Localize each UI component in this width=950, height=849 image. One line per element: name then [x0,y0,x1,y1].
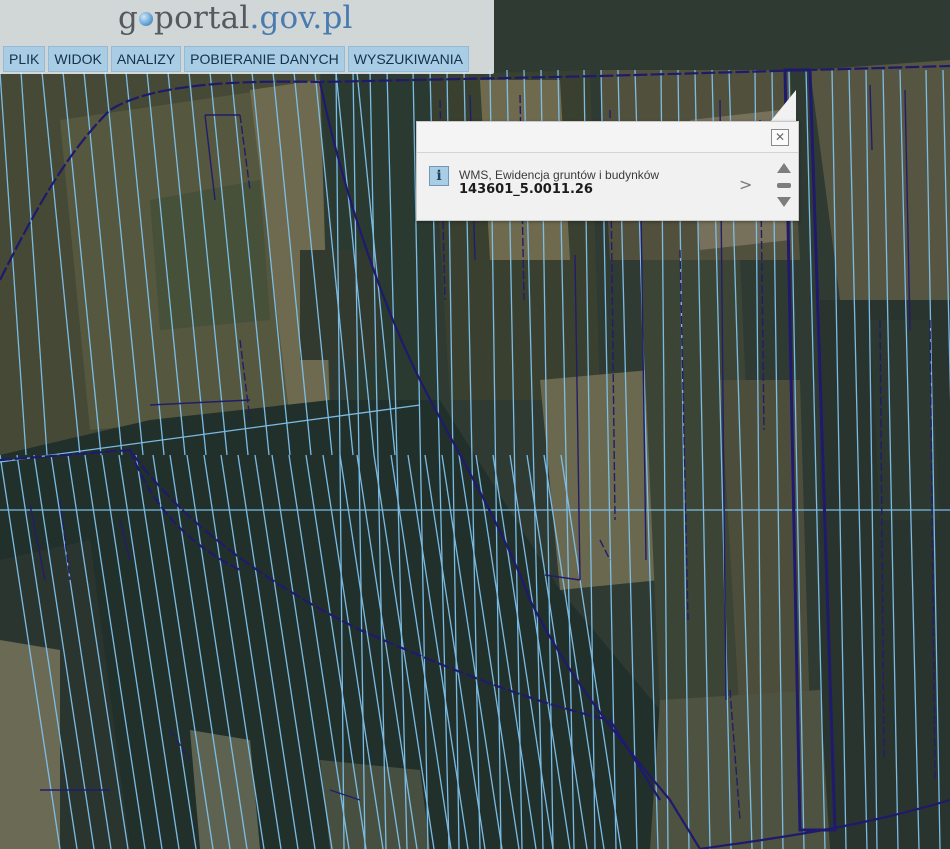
geoportal-app: g portal.gov.pl PLIK WIDOK ANALIZY POBIER… [0,0,950,849]
menu-plik[interactable]: PLIK [3,46,46,72]
identify-popup: ✕ i WMS, Ewidencja gruntów i budynków 14… [416,121,799,221]
geoportal-logo[interactable]: g portal.gov.pl [118,0,353,36]
popup-scrollbar[interactable] [773,161,793,213]
popup-pointer [770,90,796,122]
menu-analizy[interactable]: ANALIZY [110,46,182,72]
scroll-up-icon[interactable] [777,163,791,173]
globe-icon [139,12,154,26]
main-menu: PLIK WIDOK ANALIZY POBIERANIE DANYCH WYS… [3,46,469,72]
close-icon[interactable]: ✕ [771,129,789,146]
chevron-right-icon[interactable]: > [739,175,752,194]
popup-body: i WMS, Ewidencja gruntów i budynków 1436… [417,153,798,219]
info-icon: i [429,166,449,186]
header-bar: g portal.gov.pl PLIK WIDOK ANALIZY POBIER… [0,0,494,74]
parcel-id: 143601_5.0011.26 [459,182,593,197]
logo-text-domain: .gov.pl [249,0,353,36]
menu-pobieranie-danych[interactable]: POBIERANIE DANYCH [184,46,345,72]
logo-text-portal: portal [154,0,250,36]
logo-text-g: g [118,0,139,36]
scroll-thumb[interactable] [777,183,791,188]
scroll-down-icon[interactable] [777,197,791,207]
menu-widok[interactable]: WIDOK [48,46,108,72]
menu-wyszukiwania[interactable]: WYSZUKIWANIA [347,46,469,72]
layer-name: WMS, Ewidencja gruntów i budynków [459,168,660,182]
popup-header: ✕ [417,122,798,153]
